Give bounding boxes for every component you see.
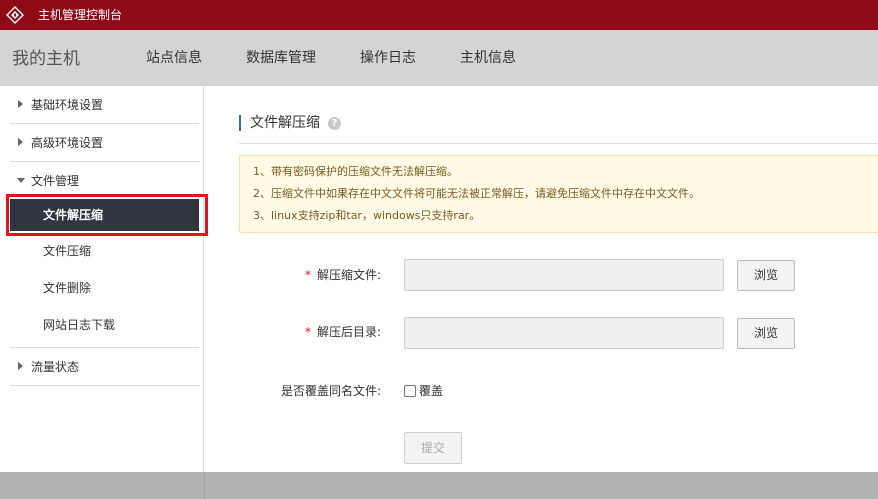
sidebar-item-label: 文件压缩 [43, 244, 92, 258]
sidebar-item-file-compress[interactable]: 文件压缩 [10, 235, 199, 267]
sidebar: 基础环境设置 高级环境设置 文件管理 文件解压缩 文件压缩 文件删除 网站日志下… [0, 86, 204, 472]
overwrite-checkbox[interactable] [404, 385, 416, 397]
title-divider [239, 143, 878, 144]
sidebar-group-traffic-status[interactable]: 流量状态 [10, 348, 199, 386]
nav-item-host-info[interactable]: 主机信息 [460, 49, 516, 67]
notice-line: 1、带有密码保护的压缩文件无法解压缩。 [253, 165, 458, 178]
sidebar-group-basic-env[interactable]: 基础环境设置 [10, 86, 199, 124]
required-mark: * [305, 325, 311, 339]
notice-line: 2、压缩文件中如果存在中文文件将可能无法被正常解压，请避免压缩文件中存在中文文件… [253, 187, 700, 200]
archive-file-label: * 解压缩文件: [305, 267, 381, 283]
required-mark: * [305, 268, 311, 282]
sidebar-item-label: 网站日志下载 [43, 318, 116, 332]
target-dir-label: * 解压后目录: [305, 324, 381, 340]
target-dir-input[interactable] [404, 317, 724, 349]
page-title: 文件解压缩 [250, 115, 320, 131]
target-dir-label-text: 解压后目录: [317, 325, 382, 339]
question-mark-icon[interactable]: ? [328, 117, 341, 130]
sidebar-group-label: 高级环境设置 [31, 136, 104, 150]
highlight-frame [6, 194, 208, 236]
footer-divider [204, 472, 205, 499]
top-header-bar: 主机管理控制台 [0, 0, 878, 30]
diamond-logo-icon [6, 6, 24, 24]
overwrite-checkbox-label[interactable]: 覆盖 [419, 383, 443, 399]
nav-item-site-info[interactable]: 站点信息 [146, 49, 202, 67]
sidebar-group-label: 流量状态 [31, 360, 80, 374]
browse-target-button[interactable]: 浏览 [737, 318, 795, 349]
caret-right-icon [18, 138, 23, 146]
main-content: 文件解压缩 ? 1、带有密码保护的压缩文件无法解压缩。 2、压缩文件中如果存在中… [205, 86, 878, 472]
notice-line: 3、linux支持zip和tar，windows只支持rar。 [253, 209, 481, 222]
app-title: 主机管理控制台 [38, 8, 123, 22]
overwrite-label: 是否覆盖同名文件: [281, 384, 382, 398]
browse-archive-button[interactable]: 浏览 [737, 260, 795, 291]
sidebar-group-advanced-env[interactable]: 高级环境设置 [10, 124, 199, 162]
sidebar-group-label: 基础环境设置 [31, 98, 104, 112]
nav-item-database[interactable]: 数据库管理 [246, 49, 316, 67]
footer-bar [0, 472, 878, 499]
submit-button[interactable]: 提交 [404, 432, 462, 464]
main-navbar: 我的主机 站点信息 数据库管理 操作日志 主机信息 [0, 30, 878, 86]
sidebar-item-label: 文件删除 [43, 281, 92, 295]
nav-brand[interactable]: 我的主机 [12, 48, 80, 70]
notice-box: 1、带有密码保护的压缩文件无法解压缩。 2、压缩文件中如果存在中文文件将可能无法… [239, 155, 878, 233]
archive-file-input[interactable] [404, 259, 724, 291]
caret-right-icon [18, 362, 23, 370]
sidebar-item-file-delete[interactable]: 文件删除 [10, 272, 199, 304]
sidebar-group-label: 文件管理 [31, 174, 80, 188]
sidebar-item-log-download[interactable]: 网站日志下载 [10, 309, 199, 348]
archive-file-label-text: 解压缩文件: [317, 268, 382, 282]
caret-right-icon [18, 100, 23, 108]
title-accent-bar [239, 115, 241, 131]
caret-down-icon [17, 178, 25, 183]
nav-item-operation-log[interactable]: 操作日志 [360, 49, 416, 67]
